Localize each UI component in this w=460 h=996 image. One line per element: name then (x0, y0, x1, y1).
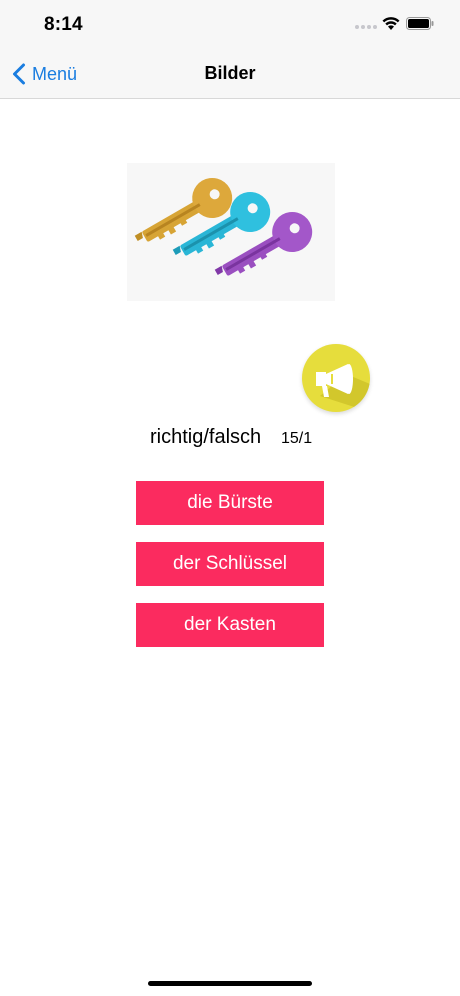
navigation-bar: Menü Bilder (0, 50, 460, 99)
quiz-picture (127, 163, 335, 301)
score-label: richtig/falsch (150, 426, 262, 448)
answer-button-2[interactable]: der Schlüssel (136, 542, 324, 586)
keys-illustration (134, 178, 313, 276)
score-row: richtig/falsch 15/1 (0, 424, 460, 454)
status-time: 8:14 (44, 14, 83, 35)
battery-icon (406, 17, 434, 30)
answer-button-1[interactable]: die Bürste (136, 481, 324, 525)
speaker-button[interactable] (302, 344, 370, 412)
megaphone-icon (316, 364, 370, 412)
score-count: 15/1 (281, 430, 313, 447)
cellular-signal-icon (355, 25, 377, 31)
wifi-icon (382, 17, 400, 30)
page-title: Bilder (204, 63, 256, 83)
home-indicator[interactable] (148, 981, 312, 986)
status-bar: 8:14 (0, 0, 460, 50)
answer-button-3[interactable]: der Kasten (136, 603, 324, 647)
